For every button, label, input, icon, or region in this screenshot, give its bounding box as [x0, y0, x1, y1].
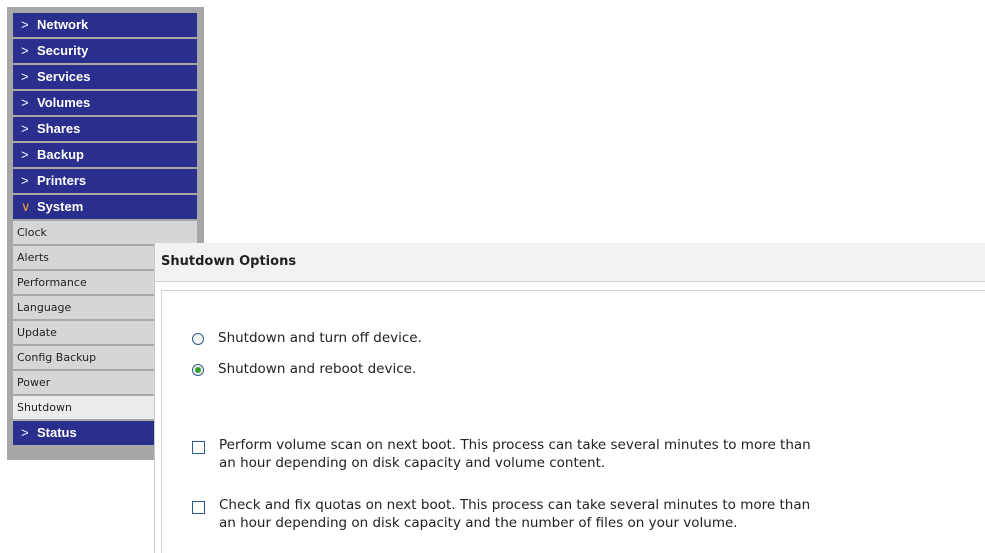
checkbox-volume-scan-label: Perform volume scan on next boot. This p…	[219, 437, 811, 471]
radio-option-turn-off[interactable]: Shutdown and turn off device.	[192, 329, 422, 347]
chevron-right-icon: >	[21, 121, 29, 136]
nav-system[interactable]: ∨ System	[13, 195, 197, 219]
checkbox-option-volume-scan[interactable]: Perform volume scan on next boot. This p…	[192, 436, 811, 472]
radio-reboot[interactable]	[192, 364, 204, 376]
radio-option-reboot[interactable]: Shutdown and reboot device.	[192, 360, 416, 378]
nav-services[interactable]: > Services	[13, 65, 197, 89]
chevron-down-icon: ∨	[21, 199, 31, 214]
nav-label: Printers	[37, 173, 87, 188]
shutdown-options-panel: Shutdown Options Shutdown and turn off d…	[154, 243, 985, 553]
chevron-right-icon: >	[21, 173, 29, 188]
checkbox-volume-scan[interactable]	[192, 441, 205, 454]
nav-label: Network	[37, 17, 89, 32]
nav-label: Volumes	[37, 95, 91, 110]
nav-label: System	[37, 199, 84, 214]
nav-shares[interactable]: > Shares	[13, 117, 197, 141]
nav-label: Services	[37, 69, 91, 84]
chevron-right-icon: >	[21, 147, 29, 162]
chevron-right-icon: >	[21, 425, 29, 440]
checkbox-quotas[interactable]	[192, 501, 205, 514]
nav-label: Status	[37, 425, 77, 440]
checkbox-quotas-label: Check and fix quotas on next boot. This …	[219, 497, 811, 531]
sidebar-item-clock[interactable]: Clock	[13, 221, 197, 244]
chevron-right-icon: >	[21, 69, 29, 84]
checkbox-option-quotas[interactable]: Check and fix quotas on next boot. This …	[192, 496, 810, 532]
chevron-right-icon: >	[21, 17, 29, 32]
nav-security[interactable]: > Security	[13, 39, 197, 63]
nav-label: Backup	[37, 147, 84, 162]
nav-network[interactable]: > Network	[13, 13, 197, 37]
nav-backup[interactable]: > Backup	[13, 143, 197, 167]
nav-volumes[interactable]: > Volumes	[13, 91, 197, 115]
chevron-right-icon: >	[21, 43, 29, 58]
nav-printers[interactable]: > Printers	[13, 169, 197, 193]
panel-title: Shutdown Options	[155, 243, 985, 282]
radio-turn-off[interactable]	[192, 333, 204, 345]
chevron-right-icon: >	[21, 95, 29, 110]
nav-label: Security	[37, 43, 89, 58]
panel-body: Shutdown and turn off device. Shutdown a…	[161, 290, 985, 553]
radio-turn-off-label: Shutdown and turn off device.	[218, 330, 422, 346]
nav-label: Shares	[37, 121, 81, 136]
radio-reboot-label: Shutdown and reboot device.	[218, 361, 417, 377]
